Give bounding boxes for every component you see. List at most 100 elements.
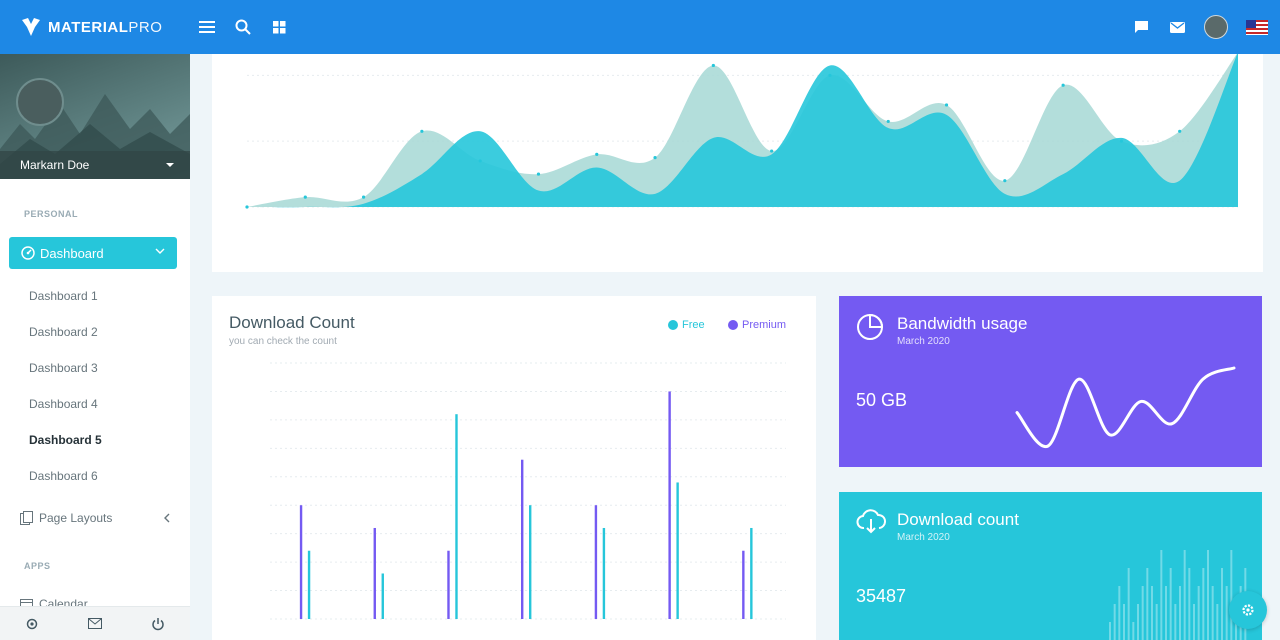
mini-bar	[1197, 586, 1200, 640]
brand-logo-icon	[22, 18, 40, 36]
bar-free	[529, 505, 532, 619]
nav-page-layouts[interactable]: Page Layouts	[20, 511, 170, 525]
bandwidth-sparkline	[1015, 366, 1236, 448]
download-mini-bars	[1109, 550, 1247, 640]
download-count-card: Download Count you can check the count F…	[212, 296, 816, 640]
mini-bar	[1127, 568, 1130, 640]
mini-bar	[1216, 604, 1219, 640]
bar-premium	[594, 505, 598, 619]
download-stat-card: Download count March 2020 35487	[839, 492, 1262, 640]
bar-premium	[373, 527, 376, 619]
grid-icon[interactable]	[270, 18, 288, 36]
area-point	[944, 103, 949, 107]
area-point	[303, 195, 307, 199]
bandwidth-card: Bandwidth usage March 2020 50 GB	[839, 296, 1262, 467]
dashboard-icon	[21, 246, 35, 260]
copy-icon	[20, 511, 33, 525]
chevron-down-icon	[155, 248, 165, 254]
settings-fab[interactable]	[1229, 591, 1267, 629]
mini-bar	[1160, 550, 1163, 640]
area-chart-card	[212, 50, 1263, 272]
bar-premium	[742, 550, 745, 619]
area-point	[595, 152, 599, 156]
bar-free	[381, 573, 384, 619]
us-flag-icon[interactable]	[1246, 19, 1268, 35]
mini-bar	[1141, 586, 1144, 640]
bar-free	[750, 527, 753, 619]
mini-bar	[1151, 586, 1153, 640]
nav-dashboard[interactable]: Dashboard	[9, 237, 177, 269]
brand[interactable]: MATERIALPRO	[0, 16, 190, 38]
area-point	[1178, 129, 1182, 133]
profile-avatar[interactable]	[16, 78, 64, 126]
comment-icon[interactable]	[1132, 18, 1150, 36]
mini-bar	[1183, 550, 1186, 640]
area-point	[711, 63, 715, 68]
nav-section-personal: PERSONAL	[24, 209, 79, 219]
mini-bar	[1118, 586, 1121, 640]
nav-page-layouts-label: Page Layouts	[39, 511, 113, 525]
bar-premium	[521, 459, 524, 619]
topbar: MATERIALPRO	[0, 0, 1280, 54]
mini-bar	[1123, 604, 1125, 640]
download-bar-chart	[270, 362, 786, 620]
bar-free	[307, 550, 311, 619]
chevron-left-icon	[164, 513, 170, 523]
mini-bar	[1113, 604, 1116, 640]
sidebar: Markarn Doe PERSONAL Dashboard Dashboard…	[0, 54, 190, 640]
mini-bar	[1174, 604, 1177, 640]
area-point	[1061, 83, 1065, 87]
profile-panel: Markarn Doe	[0, 54, 190, 179]
mini-bar	[1179, 586, 1181, 640]
mini-bar	[1165, 586, 1167, 640]
bar-premium	[447, 550, 450, 619]
power-icon[interactable]	[151, 617, 165, 631]
nav-sub-dashboard-6[interactable]: Dashboard 6	[29, 469, 98, 483]
gear-icon	[1242, 604, 1254, 616]
mini-bar	[1155, 604, 1158, 640]
mail-icon[interactable]	[1168, 18, 1186, 36]
nav-sub-dashboard-4[interactable]: Dashboard 4	[29, 397, 98, 411]
bar-premium	[299, 505, 303, 619]
user-avatar[interactable]	[1204, 15, 1228, 39]
sidebar-footer	[0, 606, 190, 640]
mini-bar	[1109, 622, 1111, 640]
nav-sub-dashboard-5[interactable]: Dashboard 5	[29, 433, 102, 447]
mini-bar	[1137, 604, 1139, 640]
area-point	[420, 129, 424, 133]
brand-name: MATERIALPRO	[48, 18, 163, 36]
caret-down-icon	[166, 163, 174, 167]
area-chart	[245, 50, 1240, 209]
profile-user-name: Markarn Doe	[20, 158, 90, 172]
profile-user-toggle[interactable]: Markarn Doe	[0, 151, 190, 179]
mail-icon[interactable]	[87, 618, 102, 629]
search-icon[interactable]	[234, 18, 252, 36]
bar-free	[455, 414, 458, 619]
mini-bar	[1193, 604, 1195, 640]
area-point	[536, 172, 541, 176]
nav-sub-dashboard-1[interactable]: Dashboard 1	[29, 289, 98, 303]
bar-free	[602, 527, 606, 619]
mini-bar	[1207, 550, 1209, 640]
mini-bar	[1211, 586, 1214, 640]
nav-sub-dashboard-3[interactable]: Dashboard 3	[29, 361, 98, 375]
bar-premium	[668, 391, 671, 619]
nav-section-apps: APPS	[24, 561, 51, 571]
area-point	[653, 156, 657, 160]
mini-bar	[1169, 568, 1172, 640]
mini-bar	[1225, 586, 1228, 640]
area-point	[770, 149, 774, 153]
settings-icon[interactable]	[25, 617, 39, 631]
nav-dashboard-label: Dashboard	[40, 245, 104, 261]
mini-bar	[1188, 568, 1191, 640]
mini-bar	[1230, 550, 1233, 640]
nav-sub-dashboard-2[interactable]: Dashboard 2	[29, 325, 98, 339]
area-point	[1003, 179, 1007, 183]
mini-bar	[1221, 568, 1223, 640]
area-point	[361, 195, 366, 199]
menu-icon[interactable]	[198, 18, 216, 36]
area-point	[886, 119, 890, 124]
mini-bar	[1202, 568, 1205, 640]
mini-bar	[1132, 622, 1135, 640]
mini-bar	[1146, 568, 1149, 640]
